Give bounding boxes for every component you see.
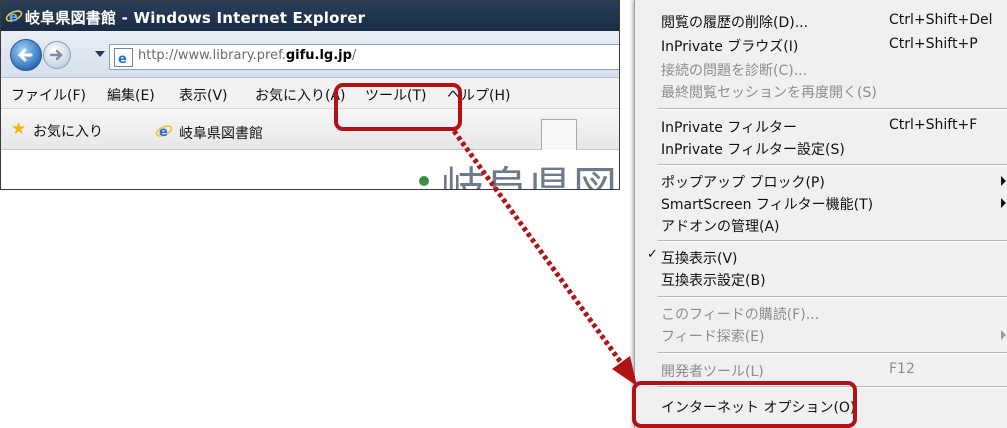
dotted-arrow	[451, 129, 637, 386]
dotted-arrow-line	[451, 129, 625, 366]
arrowhead-icon	[612, 356, 637, 386]
